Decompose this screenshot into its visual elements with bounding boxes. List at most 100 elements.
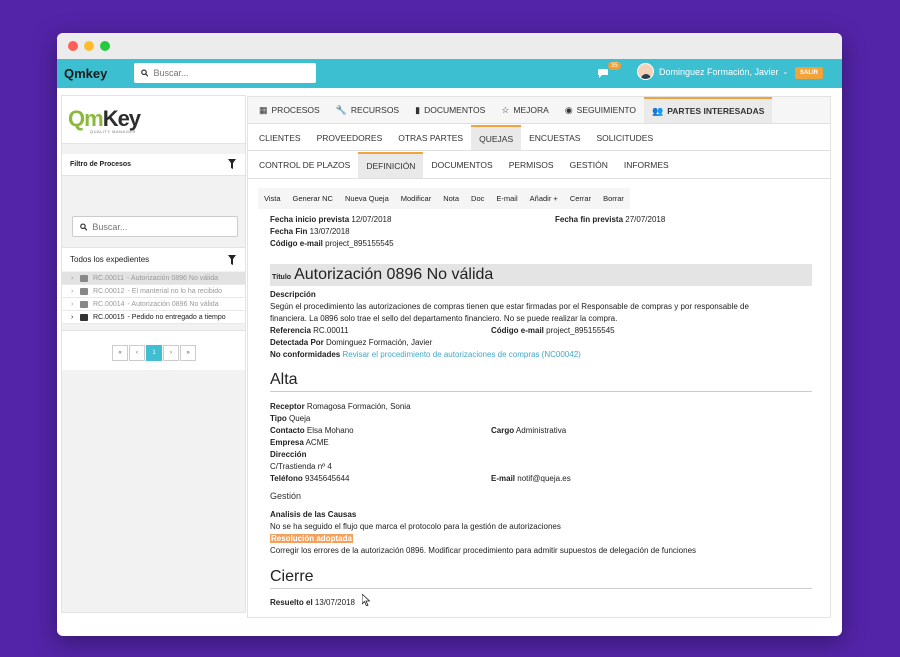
list-item[interactable]: › RC.00014- Autorización 0896 No válida (62, 298, 245, 311)
doc-button[interactable]: Doc (465, 190, 490, 207)
logo-subtitle: QUALITY MANAGER (90, 129, 136, 134)
tab-partes-interesadas[interactable]: 👥 PARTES INTERESADAS (644, 97, 773, 123)
tab-seguimiento[interactable]: ◉ SEGUIMIENTO (557, 97, 644, 123)
contact-row: Contacto Elsa Mohano (270, 426, 354, 435)
document-icon: ▮ (415, 104, 421, 115)
action-toolbar: Vista Generar NC Nueva Queja Modificar N… (258, 188, 630, 209)
record-title: Autorización 0896 No válida (294, 266, 494, 283)
search-icon (141, 69, 149, 77)
folder-icon (80, 313, 88, 321)
chevron-down-icon: ⌄ (782, 68, 789, 76)
description-label: Descripción (270, 290, 316, 299)
tab-clientes[interactable]: CLIENTES (251, 125, 309, 150)
nonconformity-link[interactable]: Revisar el procedimiento de autorizacion… (342, 350, 580, 359)
address-value: C/Trastienda nº 4 (270, 462, 332, 471)
position-row: Cargo Administrativa (491, 426, 567, 435)
pagination: « ‹ 1 › » (62, 330, 245, 370)
tab-documentos-sub[interactable]: DOCUMENTOS (423, 152, 500, 178)
start-date-row: Fecha inicio prevista 12/07/2018 (270, 215, 392, 224)
list-item[interactable]: › RC.00011- Autorización 0896 No válida (62, 272, 245, 285)
avatar (637, 63, 654, 80)
global-search[interactable] (134, 63, 316, 83)
filter-icon[interactable] (228, 255, 236, 265)
tab-definicion[interactable]: DEFINICIÓN (358, 152, 424, 178)
email-code-row: Código e-mail project_895155545 (270, 239, 394, 248)
tab-documentos[interactable]: ▮ DOCUMENTOS (407, 97, 493, 123)
tab-quejas[interactable]: QUEJAS (471, 125, 522, 150)
new-complaint-button[interactable]: Nueva Queja (339, 190, 395, 207)
folder-icon (80, 300, 88, 308)
maximize-window-button[interactable] (100, 41, 110, 51)
tab-control-de-plazos[interactable]: CONTROL DE PLAZOS (251, 152, 358, 178)
app-window: Qmkey 35 Dominguez Formación, Javier ⌄ S… (57, 33, 842, 636)
section-gestion: Gestión (270, 491, 302, 501)
first-page-button[interactable]: « (112, 345, 128, 361)
next-page-button[interactable]: › (163, 345, 179, 361)
nonconformities-row: No conformidades Revisar el procedimient… (270, 350, 581, 359)
global-search-input[interactable] (153, 68, 316, 78)
tab-proveedores[interactable]: PROVEEDORES (309, 125, 391, 150)
tab-procesos[interactable]: ▦ PROCESOS (251, 97, 328, 123)
email-button[interactable]: E-mail (490, 190, 523, 207)
folder-icon (80, 274, 88, 282)
record-title-bar: Título Autorización 0896 No válida (270, 264, 812, 286)
list-item[interactable]: › RC.00015- Pedido no entregado a tiempo (62, 311, 245, 324)
window-titlebar (57, 33, 842, 59)
tab-encuestas[interactable]: ENCUESTAS (521, 125, 588, 150)
add-button[interactable]: Añadir + (524, 190, 564, 207)
reference-row: Referencia RC.00011 (270, 326, 349, 335)
folder-icon (80, 287, 88, 295)
sidebar: QmKey QUALITY MANAGER Filtro de Procesos… (61, 95, 246, 613)
notification-badge: 35 (608, 62, 621, 70)
view-button[interactable]: Vista (258, 190, 287, 207)
cause-analysis-label: Analisis de las Causas (270, 510, 357, 519)
process-filter-title: Filtro de Procesos (70, 161, 132, 168)
sidebar-search[interactable] (72, 216, 238, 237)
close-window-button[interactable] (68, 41, 78, 51)
email-row: E-mail notif@queja.es (491, 474, 571, 483)
prev-page-button[interactable]: ‹ (129, 345, 145, 361)
tab-mejora[interactable]: ☆ MEJORA (493, 97, 557, 123)
description-line-2: financiera. La 0896 solo trae el sello d… (270, 314, 618, 323)
filter-icon[interactable] (228, 159, 236, 169)
page-1-button[interactable]: 1 (146, 345, 162, 361)
note-button[interactable]: Nota (437, 190, 465, 207)
tab-informes[interactable]: INFORMES (616, 152, 677, 178)
app-header: Qmkey 35 Dominguez Formación, Javier ⌄ S… (57, 59, 842, 88)
chevron-right-icon: › (71, 274, 74, 282)
process-filter-header: Filtro de Procesos (62, 154, 245, 176)
resolution-value: Corregir los errores de la autorización … (270, 546, 697, 555)
tab-recursos[interactable]: 🔧 RECURSOS (328, 97, 407, 123)
records-list-title: Todos los expedientes (70, 255, 150, 264)
detected-by-row: Detectada Por Dominguez Formación, Javie… (270, 338, 433, 347)
sidebar-search-input[interactable] (92, 221, 237, 232)
exit-button[interactable]: SALIR (795, 67, 823, 79)
edit-button[interactable]: Modificar (395, 190, 437, 207)
chevron-right-icon: › (71, 287, 74, 295)
close-record-button[interactable]: Cerrar (564, 190, 597, 207)
tab-gestion[interactable]: GESTIÓN (562, 152, 616, 178)
minimize-window-button[interactable] (84, 41, 94, 51)
tab-otras-partes[interactable]: OTRAS PARTES (390, 125, 471, 150)
generate-nc-button[interactable]: Generar NC (287, 190, 339, 207)
eye-icon: ◉ (564, 104, 573, 115)
tab-permisos[interactable]: PERMISOS (501, 152, 562, 178)
brand-logo[interactable]: Qmkey (64, 66, 107, 81)
user-menu[interactable]: Dominguez Formación, Javier ⌄ (637, 63, 788, 80)
star-icon: ☆ (501, 104, 510, 115)
delete-button[interactable]: Borrar (597, 190, 630, 207)
last-page-button[interactable]: » (180, 345, 196, 361)
end-date-row: Fecha Fin 13/07/2018 (270, 227, 350, 236)
list-item[interactable]: › RC.00012- El manterial no lo ha recibi… (62, 285, 245, 298)
logo-box: QmKey QUALITY MANAGER (62, 96, 245, 144)
tab-solicitudes[interactable]: SOLICITUDES (588, 125, 661, 150)
type-row: Tipo Queja (270, 414, 311, 423)
secondary-tabs: CLIENTES PROVEEDORES OTRAS PARTES QUEJAS… (248, 125, 830, 151)
receptor-row: Receptor Romagosa Formación, Sonia (270, 402, 411, 411)
chevron-right-icon: › (71, 313, 74, 321)
grid-icon: ▦ (259, 104, 268, 115)
search-icon (80, 222, 88, 231)
primary-tabs: ▦ PROCESOS 🔧 RECURSOS ▮ DOCUMENTOS ☆ MEJORA … (248, 97, 830, 124)
records-list-header: Todos los expedientes (62, 247, 245, 271)
address-label: Dirección (270, 450, 307, 459)
